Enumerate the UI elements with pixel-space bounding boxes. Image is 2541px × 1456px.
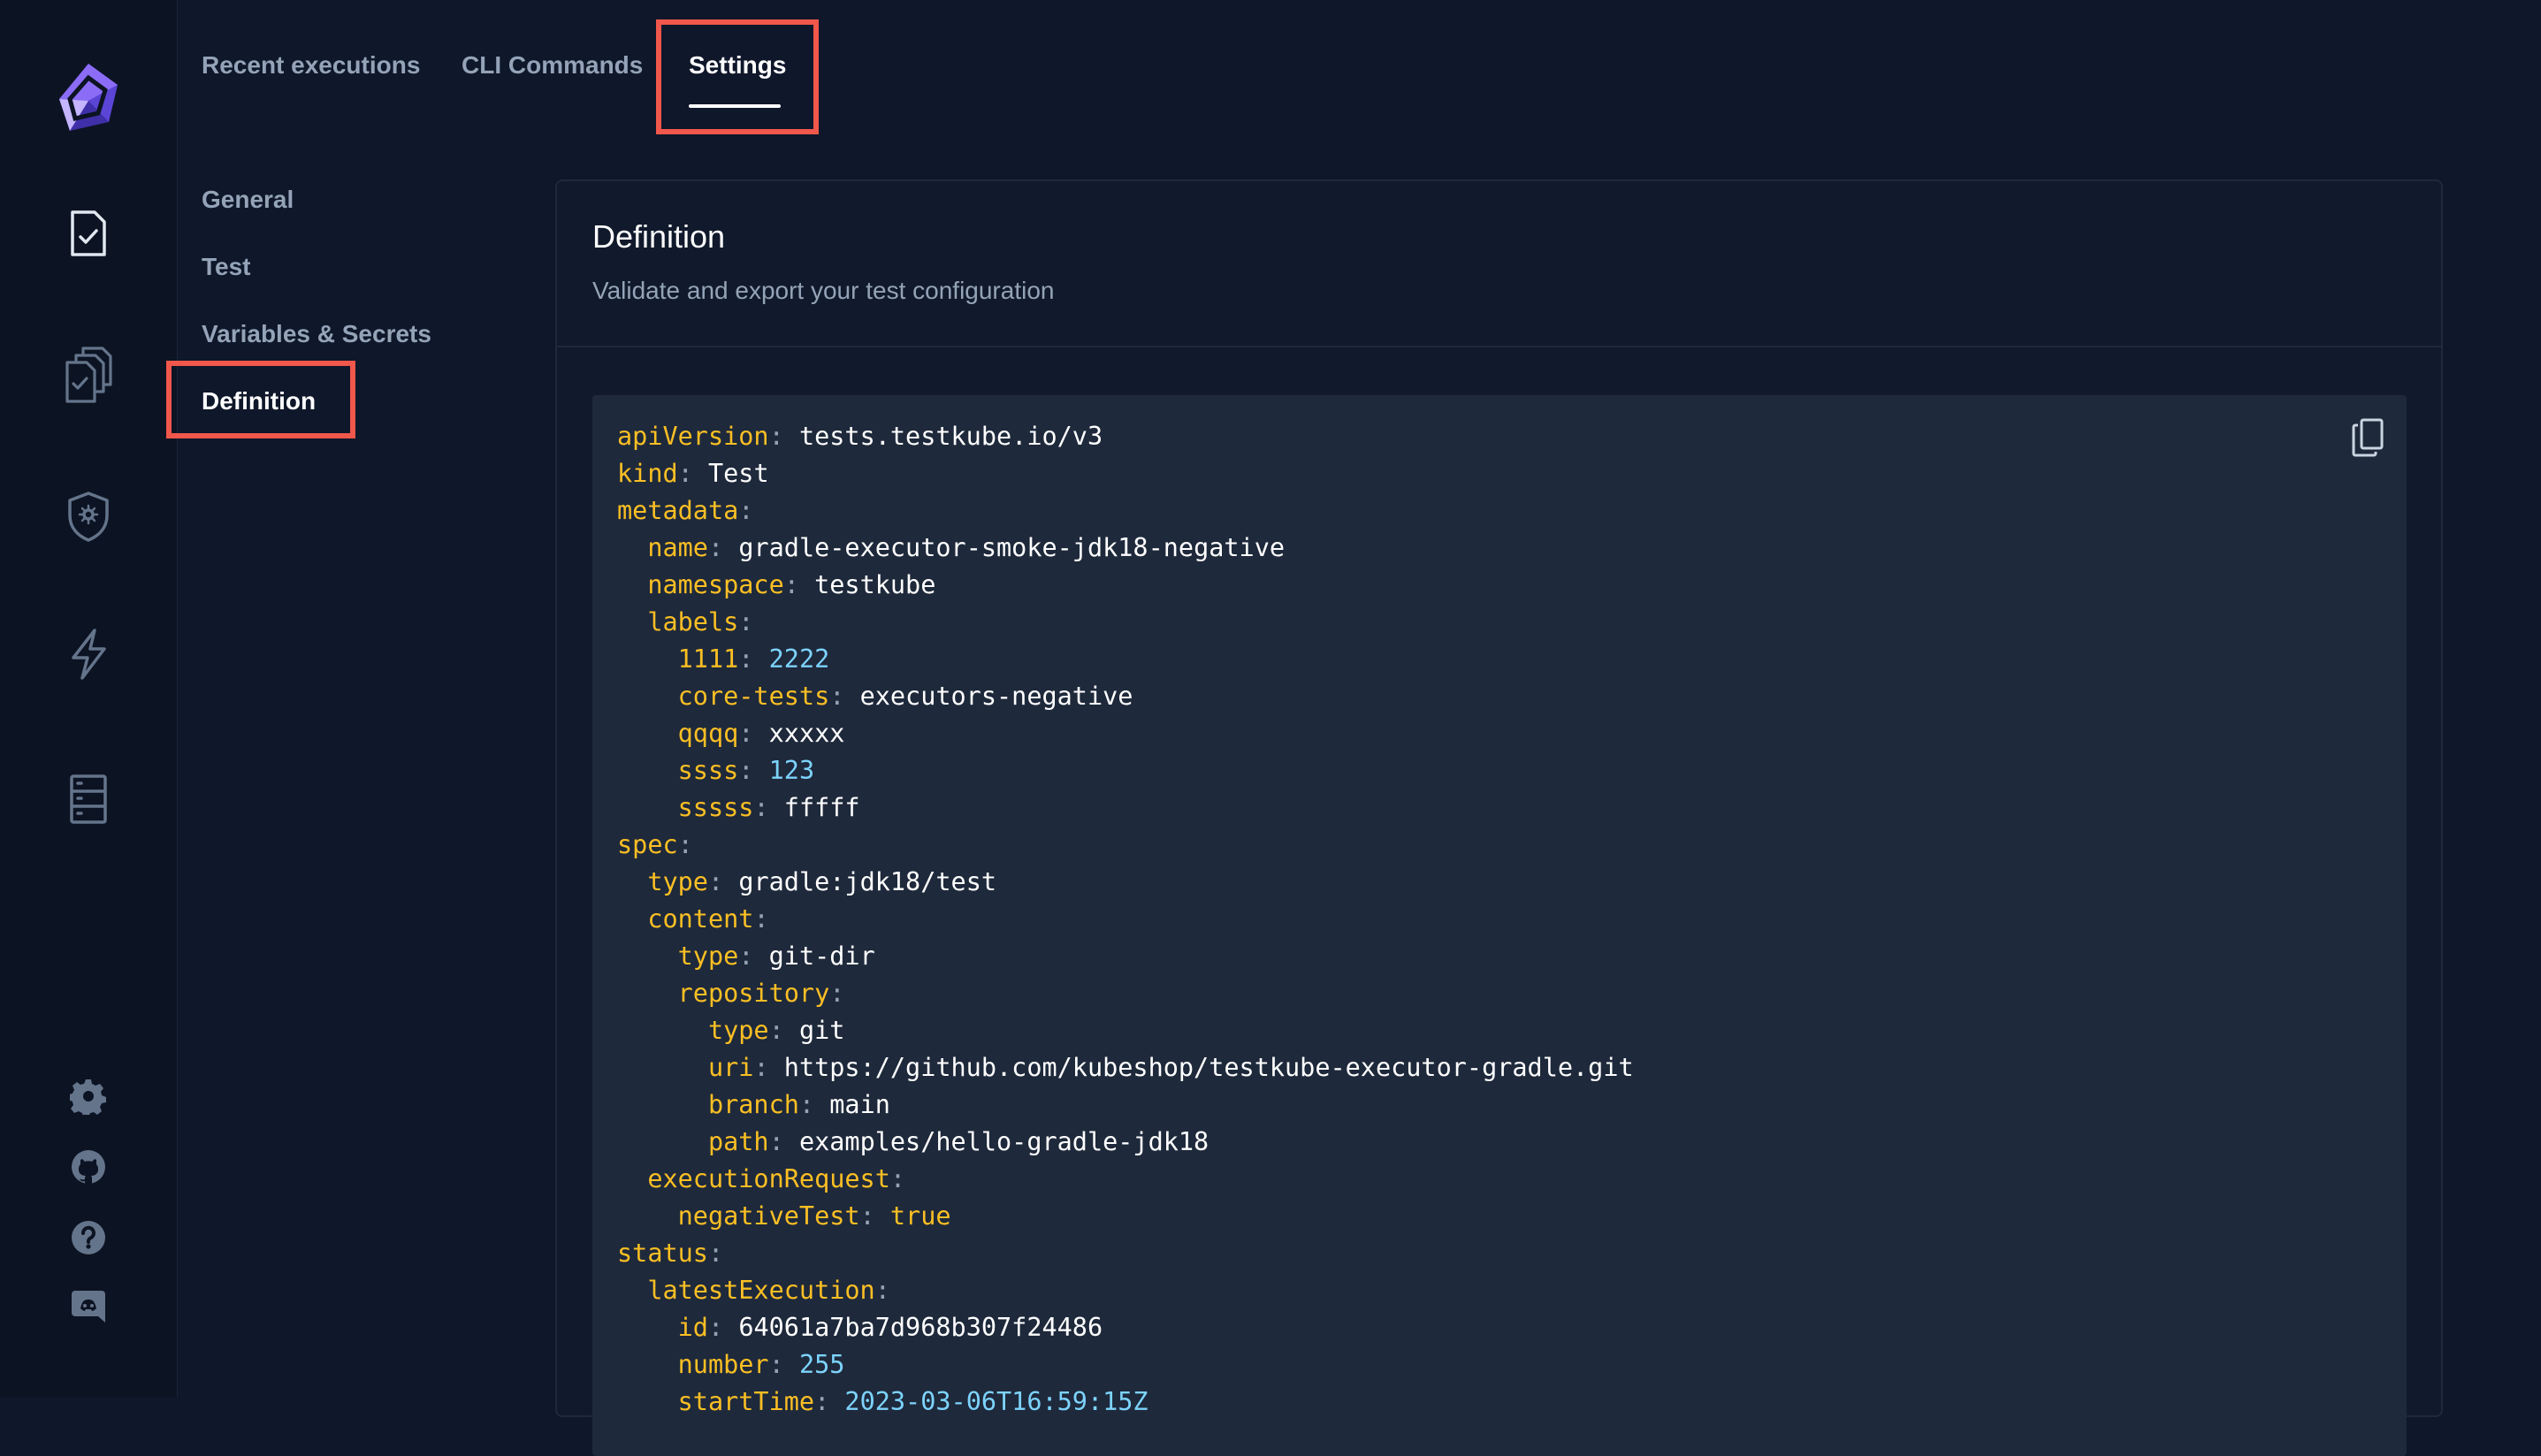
yaml-line: status: <box>617 1239 724 1268</box>
yaml-value: git-dir <box>768 941 875 971</box>
yaml-value: main <box>829 1090 890 1119</box>
yaml-value: 255 <box>798 1350 845 1379</box>
yaml-key: kind <box>617 459 678 488</box>
yaml-line: kind: Test <box>617 459 769 488</box>
sources-icon[interactable] <box>53 764 124 835</box>
yaml-key: id <box>677 1313 708 1342</box>
yaml-line: executionRequest: <box>647 1164 906 1193</box>
settings-tab-highlight <box>656 19 819 134</box>
yaml-value: examples/hello-gradle-jdk18 <box>798 1127 1209 1156</box>
tab-cli-commands[interactable]: CLI Commands <box>462 51 643 80</box>
triggers-icon[interactable] <box>53 619 124 690</box>
yaml-line: branch: main <box>707 1090 890 1119</box>
yaml-key: 1111 <box>677 644 739 674</box>
yaml-line: sssss: fffff <box>677 793 860 822</box>
yaml-value: 2222 <box>768 644 830 674</box>
yaml-value: gradle:jdk18/test <box>738 867 997 896</box>
yaml-key: branch <box>707 1090 799 1119</box>
yaml-value: 123 <box>768 756 815 785</box>
yaml-key: name <box>647 533 708 562</box>
yaml-line: latestExecution: <box>647 1276 890 1305</box>
yaml-key: type <box>677 941 739 971</box>
yaml-value: testkube <box>814 570 936 599</box>
tab-recent-executions[interactable]: Recent executions <box>202 51 420 80</box>
yaml-key: executionRequest <box>647 1164 890 1193</box>
yaml-line: type: git-dir <box>677 941 875 971</box>
yaml-code-block[interactable]: apiVersion: tests.testkube.io/v3 kind: Te… <box>592 395 2407 1456</box>
copy-icon[interactable] <box>2346 415 2389 461</box>
definition-card: Definition Validate and export your test… <box>555 179 2443 1456</box>
yaml-value: Test <box>707 459 769 488</box>
yaml-line: path: examples/hello-gradle-jdk18 <box>707 1127 1209 1156</box>
yaml-line: name: gradle-executor-smoke-jdk18-negati… <box>647 533 1286 562</box>
discord-icon[interactable] <box>53 1271 124 1342</box>
yaml-key: latestExecution <box>647 1276 875 1305</box>
definition-highlight <box>166 361 355 438</box>
yaml-key: type <box>707 1016 769 1045</box>
yaml-value: tests.testkube.io/v3 <box>798 422 1103 451</box>
left-rail <box>0 0 178 1397</box>
yaml-line: core-tests: executors-negative <box>677 682 1133 711</box>
yaml-key: sssss <box>677 793 754 822</box>
yaml-value: 2023-03-06T16:59:15Z <box>844 1387 1148 1416</box>
yaml-line: ssss: 123 <box>677 756 815 785</box>
yaml-value: https://github.com/kubeshop/testkube-exe… <box>783 1053 1634 1082</box>
yaml-key: status <box>617 1239 708 1268</box>
yaml-value: xxxxx <box>768 719 845 748</box>
yaml-line: negativeTest: true <box>677 1201 951 1231</box>
logo-icon[interactable] <box>51 60 126 134</box>
yaml-value: fffff <box>783 793 860 822</box>
yaml-value: gradle-executor-smoke-jdk18-negative <box>738 533 1286 562</box>
yaml-line: id: 64061a7ba7d968b307f24486 <box>677 1313 1103 1342</box>
yaml-key: core-tests <box>677 682 830 711</box>
yaml-key: negativeTest <box>677 1201 860 1231</box>
yaml-lines: apiVersion: tests.testkube.io/v3 kind: Te… <box>617 418 1634 1421</box>
subnav-general[interactable]: General <box>202 186 294 214</box>
yaml-key: apiVersion <box>617 422 769 451</box>
card-divider <box>557 346 2441 347</box>
yaml-key: namespace <box>647 570 784 599</box>
yaml-key: ssss <box>677 756 739 785</box>
yaml-key: startTime <box>677 1387 815 1416</box>
yaml-line: spec: <box>617 830 693 859</box>
settings-gear-icon[interactable] <box>53 1061 124 1132</box>
yaml-key: metadata <box>617 496 739 525</box>
subnav-variables-secrets[interactable]: Variables & Secrets <box>202 320 431 348</box>
yaml-key: uri <box>707 1053 754 1082</box>
yaml-value: git <box>798 1016 845 1045</box>
yaml-value: 64061a7ba7d968b307f24486 <box>738 1313 1103 1342</box>
yaml-key: spec <box>617 830 678 859</box>
card-title: Definition <box>592 218 726 255</box>
yaml-key: path <box>707 1127 769 1156</box>
yaml-line: type: gradle:jdk18/test <box>647 867 997 896</box>
yaml-line: metadata: <box>617 496 754 525</box>
yaml-line: 1111: 2222 <box>677 644 830 674</box>
yaml-line: number: 255 <box>677 1350 845 1379</box>
yaml-key: type <box>647 867 708 896</box>
yaml-line: repository: <box>677 979 845 1008</box>
yaml-key: repository <box>677 979 830 1008</box>
yaml-value: executors-negative <box>859 682 1133 711</box>
card-subtitle: Validate and export your test configurat… <box>592 277 1055 304</box>
yaml-line: qqqq: xxxxx <box>677 719 845 748</box>
test-suites-icon[interactable] <box>53 339 124 410</box>
yaml-line: startTime: 2023-03-06T16:59:15Z <box>677 1387 1148 1416</box>
yaml-line: content: <box>647 904 769 934</box>
yaml-key: qqqq <box>677 719 739 748</box>
yaml-key: number <box>677 1350 769 1379</box>
subnav-test[interactable]: Test <box>202 253 251 281</box>
yaml-key: content <box>647 904 754 934</box>
github-icon[interactable] <box>53 1132 124 1202</box>
tests-icon[interactable] <box>53 198 124 269</box>
executors-icon[interactable] <box>53 481 124 552</box>
yaml-value: true <box>889 1201 951 1231</box>
yaml-line: namespace: testkube <box>647 570 936 599</box>
yaml-line: type: git <box>707 1016 845 1045</box>
yaml-line: labels: <box>647 607 754 637</box>
yaml-line: uri: https://github.com/kubeshop/testkub… <box>707 1053 1634 1082</box>
yaml-line: apiVersion: tests.testkube.io/v3 <box>617 422 1103 451</box>
yaml-key: labels <box>647 607 739 637</box>
help-icon[interactable] <box>53 1202 124 1273</box>
